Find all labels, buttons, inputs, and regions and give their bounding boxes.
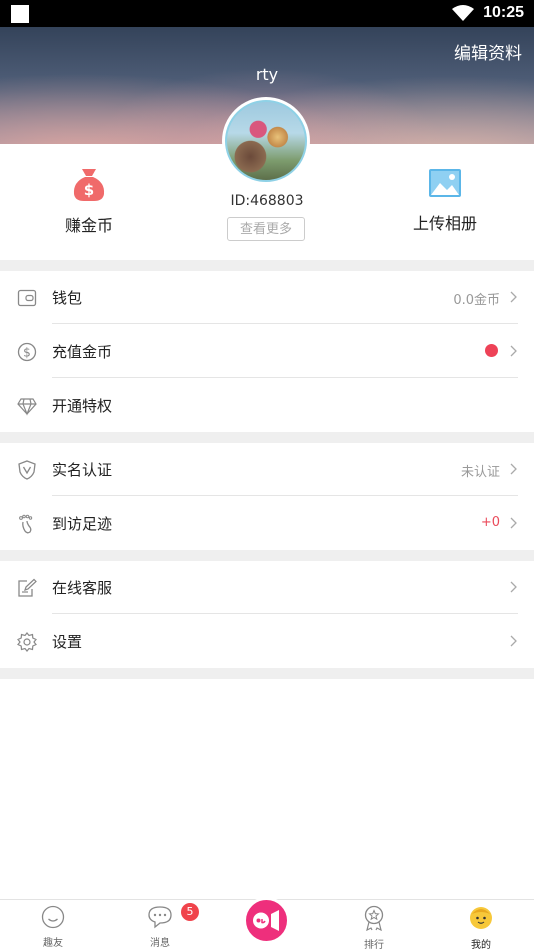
diamond-icon (17, 398, 37, 416)
section-divider (0, 432, 534, 443)
coin-icon: $ (17, 342, 37, 362)
verification-status: 未认证 (460, 465, 500, 480)
menu-label: 钱包 (52, 289, 83, 307)
row-separator (52, 495, 518, 496)
section-divider (0, 260, 534, 271)
upload-album-label: 上传相册 (412, 214, 477, 233)
menu-label: 实名认证 (52, 461, 113, 479)
status-bar: 10:25 (0, 0, 534, 27)
row-separator (52, 377, 518, 378)
chevron-right-icon (510, 517, 517, 529)
row-separator (52, 323, 518, 324)
menu-label: 到访足迹 (52, 515, 113, 533)
view-more-button[interactable]: 查看更多 (227, 217, 305, 241)
notification-icon (11, 5, 29, 23)
gear-icon (17, 632, 37, 652)
menu-item-footprint[interactable]: 到访足迹 +0 (0, 497, 534, 550)
edit-profile-button[interactable]: 编辑资料 (454, 39, 522, 64)
menu-label: 充值金币 (52, 343, 113, 361)
chevron-right-icon (510, 581, 517, 593)
menu-item-verification[interactable]: 实名认证 未认证 (0, 443, 534, 496)
message-badge: 5 (181, 903, 199, 921)
smile-icon (41, 905, 65, 929)
wallet-balance: 0.0金币 (453, 293, 500, 308)
tab-friends[interactable]: 趣友 (23, 905, 83, 949)
chevron-right-icon (510, 635, 517, 647)
menu-label: 在线客服 (52, 579, 113, 597)
footprint-icon (19, 514, 33, 534)
status-time: 10:25 (483, 4, 524, 21)
menu-label: 开通特权 (52, 397, 113, 415)
row-separator (52, 613, 518, 614)
svg-text:$: $ (23, 346, 31, 360)
face-icon (470, 907, 492, 929)
chevron-right-icon (510, 291, 517, 303)
medal-icon (364, 905, 384, 932)
menu-item-settings[interactable]: 设置 (0, 615, 534, 668)
shield-icon (18, 460, 36, 480)
user-id: ID:468803 (230, 193, 304, 209)
chevron-right-icon (510, 345, 517, 357)
menu-label: 设置 (52, 633, 83, 651)
tab-ranking[interactable]: 排行 (344, 905, 404, 951)
section-divider (0, 668, 534, 679)
edit-note-icon (18, 578, 37, 597)
tab-label: 趣友 (43, 938, 63, 949)
earn-coins-label: 赚金币 (64, 216, 113, 235)
tab-me[interactable]: 我的 (451, 905, 511, 951)
avatar-frame[interactable] (222, 97, 310, 185)
menu-item-customer-service[interactable]: 在线客服 (0, 561, 534, 614)
chat-icon (148, 906, 172, 929)
username: rty (255, 65, 279, 84)
wifi-icon (452, 5, 474, 21)
avatar[interactable] (225, 100, 307, 182)
chevron-right-icon (510, 463, 517, 475)
tab-label: 消息 (150, 938, 170, 949)
section-divider (0, 550, 534, 561)
menu-item-recharge[interactable]: $ 充值金币 (0, 325, 534, 378)
menu-item-privilege[interactable]: 开通特权 (0, 379, 534, 432)
wallet-icon (17, 289, 37, 307)
video-call-icon (253, 910, 279, 931)
menu-item-wallet[interactable]: 钱包 0.0金币 (0, 271, 534, 324)
video-call-button[interactable] (243, 897, 290, 944)
notification-dot (485, 344, 498, 357)
footprint-count: +0 (480, 515, 500, 530)
